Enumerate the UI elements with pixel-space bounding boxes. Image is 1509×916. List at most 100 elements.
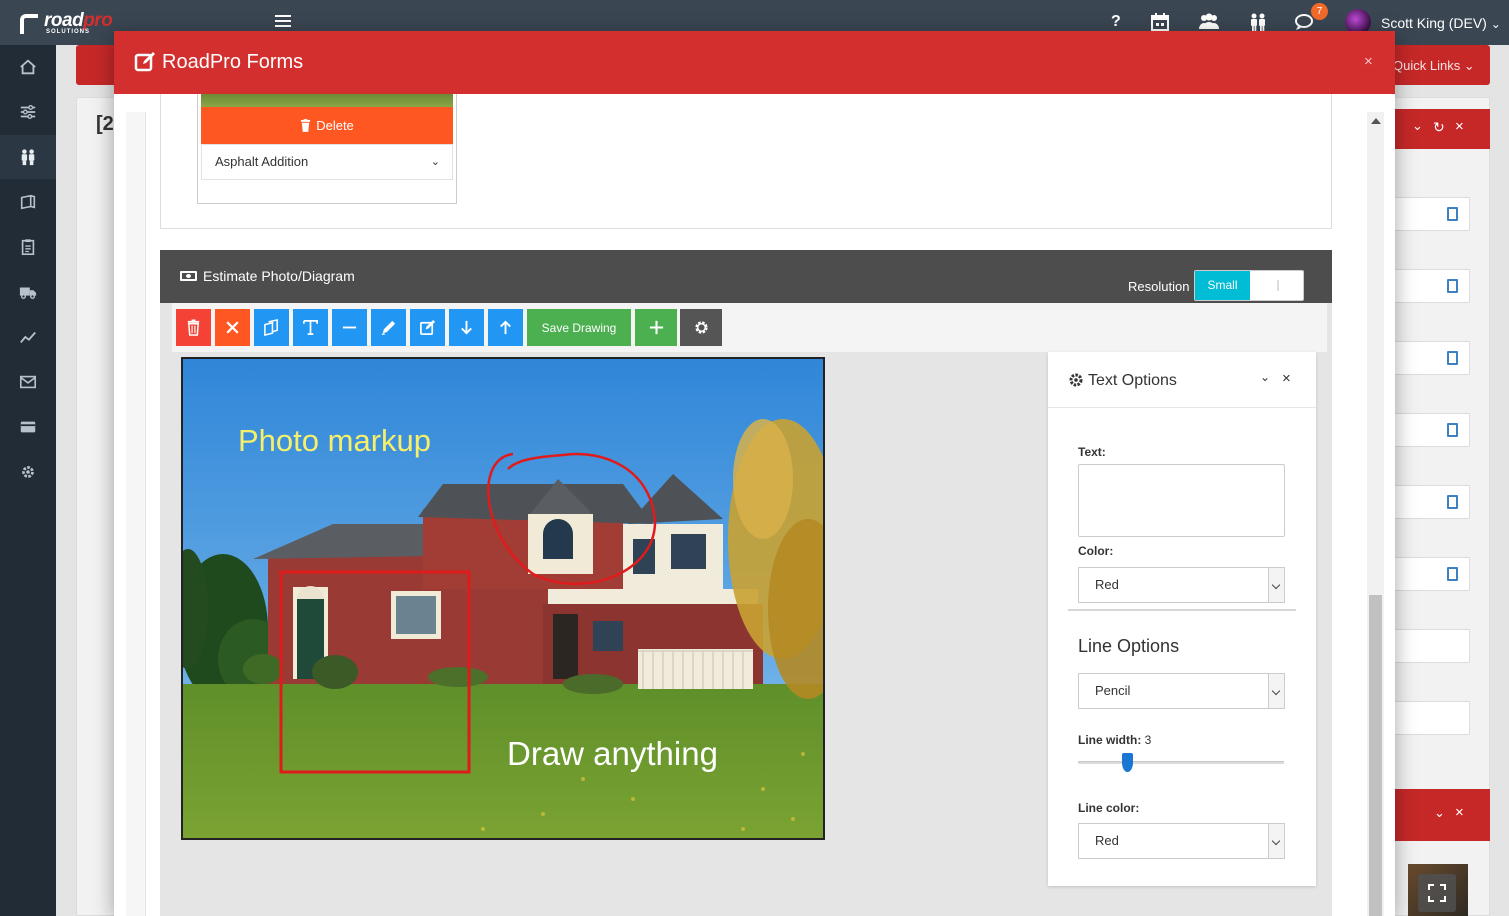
logo-subtitle: SOLUTIONS [46, 29, 91, 35]
photo-category-select[interactable]: Asphalt Addition ⌄ [201, 144, 453, 180]
settings-button[interactable] [680, 309, 722, 346]
close-icon [226, 321, 239, 334]
modal-close-button[interactable]: × [1364, 53, 1373, 70]
document-icon[interactable] [1447, 279, 1458, 293]
line-tool-value: Pencil [1095, 683, 1131, 698]
home-icon[interactable] [0, 45, 56, 89]
delete-drawing-button[interactable] [176, 309, 211, 346]
edit-tool-button[interactable] [410, 309, 445, 346]
move-down-button[interactable] [449, 309, 484, 346]
document-icon[interactable] [1447, 423, 1458, 437]
resolution-value: Small [1195, 271, 1250, 300]
resolution-toggle[interactable]: Small [1194, 270, 1304, 301]
pencil-icon [381, 320, 396, 335]
move-up-button[interactable] [488, 309, 523, 346]
menu-toggle-icon[interactable] [275, 15, 291, 29]
trash-icon [187, 319, 200, 336]
trash-icon [301, 119, 311, 132]
gear-icon [1069, 373, 1083, 387]
document-icon[interactable] [1447, 351, 1458, 365]
color-label: Color: [1078, 544, 1114, 558]
save-drawing-button[interactable]: Save Drawing [527, 309, 631, 346]
people-icon[interactable] [0, 135, 56, 179]
chart-icon[interactable] [0, 315, 56, 359]
background-heading: [2 [96, 113, 114, 135]
modal-header: RoadPro Forms × [114, 31, 1395, 94]
list-item [1394, 629, 1470, 663]
close-icon[interactable]: × [1455, 118, 1464, 135]
text-icon [303, 320, 318, 335]
collapse-icon[interactable]: ⌄ [1412, 118, 1423, 134]
book-icon[interactable] [0, 180, 56, 224]
delete-photo-button[interactable]: Delete [201, 107, 453, 144]
sliders-icon[interactable] [0, 90, 56, 134]
roadpro-forms-modal: RoadPro Forms × Delete Asphalt Addition … [114, 31, 1395, 916]
truck-icon[interactable] [0, 270, 56, 314]
fullscreen-icon[interactable] [1418, 874, 1456, 912]
document-icon[interactable] [1447, 567, 1458, 581]
logo-mark [20, 14, 38, 34]
delete-label: Delete [316, 118, 354, 133]
modal-scrollbar[interactable] [1367, 112, 1384, 916]
gear-icon[interactable] [0, 450, 56, 494]
refresh-icon[interactable]: ↻ [1433, 119, 1445, 136]
chevron-down-icon [1268, 824, 1284, 858]
text-tool-button[interactable] [293, 309, 328, 346]
list-item[interactable] [1394, 269, 1470, 303]
list-item[interactable] [1394, 557, 1470, 591]
modal-body: Delete Asphalt Addition ⌄ Estimate Photo… [114, 94, 1395, 916]
clipboard-icon[interactable] [0, 225, 56, 269]
clear-button[interactable] [215, 309, 250, 346]
document-icon[interactable] [1447, 207, 1458, 221]
close-icon[interactable]: × [1455, 804, 1464, 821]
estimate-panel-header: Estimate Photo/Diagram Resolution Small [160, 250, 1332, 303]
list-item[interactable] [1394, 485, 1470, 519]
line-tool-button[interactable] [332, 309, 367, 346]
text-options-header: Text Options ⌄ × [1048, 352, 1316, 408]
copy-button[interactable] [254, 309, 289, 346]
edit-form-icon [134, 51, 156, 78]
quick-links-menu[interactable]: Quick Links ⌄ [1393, 58, 1475, 74]
collapse-icon[interactable]: ⌄ [1434, 805, 1445, 821]
document-icon[interactable] [1447, 495, 1458, 509]
plus-icon [649, 320, 663, 335]
modal-title: RoadPro Forms [162, 51, 304, 73]
help-icon[interactable]: ? [1111, 13, 1121, 31]
photo-category-value: Asphalt Addition [215, 154, 309, 169]
line-width-label: Line width: 3 [1078, 733, 1152, 747]
slider-handle[interactable] [1122, 753, 1133, 772]
roadpro-logo[interactable]: roadpro SOLUTIONS [18, 10, 128, 36]
add-button[interactable] [635, 309, 677, 346]
markup-text-draw[interactable]: Draw anything [507, 735, 718, 773]
scrollbar-thumb[interactable] [1369, 595, 1382, 916]
list-item[interactable] [1394, 197, 1470, 231]
user-menu[interactable]: Scott King (DEV) ⌄ [1381, 15, 1501, 31]
photo-gallery-card: Delete Asphalt Addition ⌄ [160, 94, 1332, 229]
background-panel-header: ⌄ × [1394, 789, 1490, 841]
scroll-up-icon[interactable] [1371, 118, 1381, 124]
chevron-down-icon [1268, 568, 1284, 602]
background-photo [1408, 864, 1468, 916]
card-icon[interactable] [0, 405, 56, 449]
drawing-toolbar: Save Drawing [172, 303, 1327, 352]
arrow-up-icon [500, 320, 511, 335]
drawing-canvas[interactable]: Photo markup Draw anything [181, 357, 825, 840]
pencil-tool-button[interactable] [371, 309, 406, 346]
line-color-label: Line color: [1078, 801, 1140, 815]
divider [1068, 609, 1296, 611]
line-width-slider[interactable] [1078, 761, 1284, 764]
photo-tile: Delete Asphalt Addition ⌄ [197, 94, 457, 204]
line-width-value: 3 [1144, 733, 1152, 747]
list-item[interactable] [1394, 413, 1470, 447]
line-tool-select[interactable]: Pencil [1078, 673, 1285, 709]
close-icon[interactable]: × [1282, 370, 1291, 387]
text-color-select[interactable]: Red [1078, 567, 1285, 603]
photo-thumbnail[interactable] [201, 94, 453, 107]
chevron-down-icon[interactable]: ⌄ [1260, 370, 1270, 384]
text-input[interactable] [1078, 464, 1285, 537]
arrow-down-icon [461, 320, 472, 335]
mail-icon[interactable] [0, 360, 56, 404]
line-color-select[interactable]: Red [1078, 823, 1285, 859]
markup-text-photo[interactable]: Photo markup [238, 423, 431, 459]
list-item[interactable] [1394, 341, 1470, 375]
